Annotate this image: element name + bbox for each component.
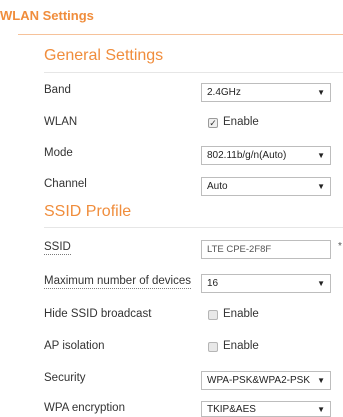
wlan-enable-label: Enable <box>223 116 259 128</box>
chevron-down-icon: ▼ <box>317 182 325 191</box>
check-icon: ✓ <box>208 118 218 128</box>
ssid-label: SSID <box>44 241 71 255</box>
ssid-input[interactable]: LTE CPE-2F8F <box>201 240 331 259</box>
hide-ssid-enable-label: Enable <box>223 308 259 320</box>
max-devices-select[interactable]: 16 ▼ <box>201 274 331 293</box>
channel-select[interactable]: Auto ▼ <box>201 177 331 196</box>
page-title: WLAN Settings <box>0 8 94 23</box>
max-devices-label: Maximum number of devices <box>44 275 191 289</box>
section-title-general: General Settings <box>44 47 164 64</box>
required-mark: * <box>338 241 342 252</box>
max-devices-value: 16 <box>207 278 219 289</box>
hide-ssid-label: Hide SSID broadcast <box>44 308 152 320</box>
mode-label: Mode <box>44 147 73 159</box>
wpa-encryption-value: TKIP&AES <box>207 404 256 415</box>
wpa-encryption-select[interactable]: TKIP&AES ▼ <box>201 401 331 417</box>
wpa-encryption-label: WPA encryption <box>44 402 125 414</box>
channel-value: Auto <box>207 181 228 192</box>
security-label: Security <box>44 372 86 384</box>
chevron-down-icon: ▼ <box>317 279 325 288</box>
ap-isolation-label: AP isolation <box>44 340 105 352</box>
wlan-label: WLAN <box>44 116 78 128</box>
section-divider <box>44 227 343 228</box>
section-divider <box>44 72 343 73</box>
section-title-ssid-profile: SSID Profile <box>44 203 132 220</box>
security-value: WPA-PSK&WPA2-PSK <box>207 375 310 386</box>
mode-select[interactable]: 802.11b/g/n(Auto) ▼ <box>201 146 331 165</box>
title-divider <box>18 34 343 35</box>
band-label: Band <box>44 84 71 96</box>
security-select[interactable]: WPA-PSK&WPA2-PSK ▼ <box>201 371 331 390</box>
band-value: 2.4GHz <box>207 87 241 98</box>
channel-label: Channel <box>44 178 87 190</box>
ap-isolation-enable-label: Enable <box>223 340 259 352</box>
checkbox-box <box>208 310 218 320</box>
mode-value: 802.11b/g/n(Auto) <box>207 150 287 161</box>
chevron-down-icon: ▼ <box>317 376 325 385</box>
chevron-down-icon: ▼ <box>317 405 325 414</box>
band-select[interactable]: 2.4GHz ▼ <box>201 83 331 102</box>
checkbox-box <box>208 342 218 352</box>
chevron-down-icon: ▼ <box>317 88 325 97</box>
chevron-down-icon: ▼ <box>317 151 325 160</box>
